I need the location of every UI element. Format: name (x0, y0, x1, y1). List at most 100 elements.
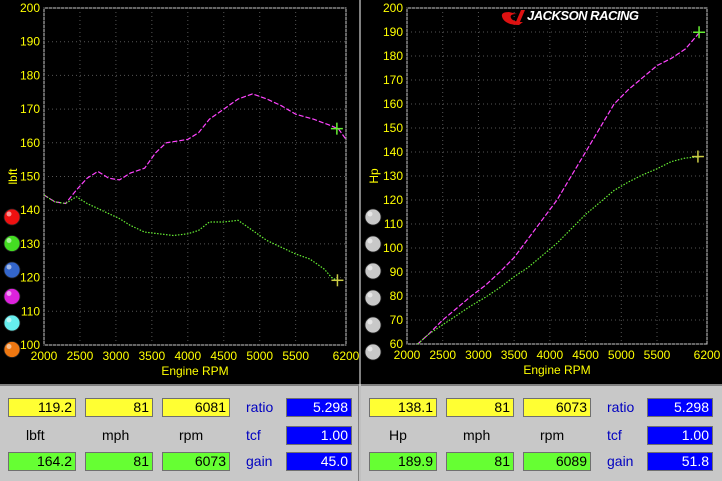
y-tick-label: 100 (383, 241, 403, 255)
swatch-highlight (367, 346, 373, 352)
x-tick-label: 3000 (103, 349, 130, 363)
y-tick-label: 120 (383, 193, 403, 207)
gain-value: 45.0 (286, 452, 352, 471)
series-toggle-ball-gray[interactable] (364, 343, 382, 361)
torque-chart: 2000 2500 3000 3500 4000 4500 5000 5500 62001001… (3, 1, 360, 378)
x-tick-label: 3500 (501, 348, 528, 362)
y-axis-label: lbft (6, 168, 20, 185)
torque-chart-panel: 2000 2500 3000 3500 4000 4500 5000 5500 6200 100 1… (0, 0, 360, 384)
mph-value-2: 81 (446, 452, 514, 471)
horsepower-readout-panel: 138.1 81 6073 ratio 5.298 Hp mph rpm tcf… (361, 384, 722, 481)
horsepower-chart: 2000 2500 3000 3500 4000 4500 5000 5500 62006070… (364, 1, 721, 377)
swatch-highlight (367, 238, 373, 244)
torque-value-1: 119.2 (8, 398, 76, 417)
y-tick-label: 180 (20, 68, 40, 82)
series-color-swatch[interactable] (3, 261, 21, 279)
mph-value-1: 81 (446, 398, 514, 417)
y-tick-label: 170 (383, 73, 403, 87)
y-tick-label: 140 (20, 203, 40, 217)
hp-unit-label: Hp (389, 427, 407, 443)
hp-value-2: 189.9 (369, 452, 437, 471)
series-toggle-ball-gray[interactable] (364, 262, 382, 280)
tcf-label: tcf (246, 427, 261, 443)
series-toggle-ball-gray[interactable] (364, 235, 382, 253)
y-tick-label: 90 (390, 265, 404, 279)
ratio-label: ratio (607, 399, 635, 415)
series-color-swatch[interactable] (3, 314, 21, 332)
series-color-swatch[interactable] (3, 208, 21, 226)
series-line-green (417, 156, 700, 345)
x-tick-label: 2500 (429, 348, 456, 362)
y-tick-label: 60 (390, 337, 404, 351)
y-tick-label: 140 (383, 145, 403, 159)
tcf-value: 1.00 (647, 426, 713, 445)
x-axis-label: Engine RPM (161, 364, 228, 378)
y-tick-label: 170 (20, 102, 40, 116)
swatch-highlight (367, 292, 373, 298)
logo-text: JACKSON RACING (527, 8, 639, 23)
series-toggle-ball-gray[interactable] (364, 289, 382, 307)
swatch-highlight (367, 265, 373, 271)
gain-value: 51.8 (647, 452, 713, 471)
y-tick-label: 200 (20, 1, 40, 15)
rpm-unit-label: rpm (179, 427, 204, 443)
series-color-swatch[interactable] (3, 288, 21, 305)
y-tick-label: 180 (383, 49, 403, 63)
y-tick-label: 130 (20, 237, 40, 251)
mph-value-1: 81 (85, 398, 153, 417)
y-axis-label: Hp (367, 168, 381, 184)
tcf-value: 1.00 (286, 426, 352, 445)
series-color-swatch[interactable] (3, 235, 21, 252)
gain-label: gain (246, 453, 273, 469)
x-tick-label: 3000 (465, 348, 492, 362)
mph-unit-label: mph (102, 427, 130, 443)
y-tick-label: 110 (21, 304, 40, 318)
jackson-racing-logo: JACKSON RACING (501, 8, 639, 25)
torque-unit-label: lbft (26, 427, 45, 443)
swatch-highlight (6, 211, 12, 217)
x-tick-label: 5500 (282, 349, 309, 363)
y-tick-label: 150 (20, 170, 40, 184)
tcf-label: tcf (607, 427, 622, 443)
series-toggle-ball-gray[interactable] (364, 208, 382, 226)
y-tick-label: 130 (383, 169, 403, 183)
y-tick-label: 160 (20, 136, 40, 150)
rpm-value-1: 6073 (523, 398, 591, 417)
torque-readout-panel: 119.2 81 6081 ratio 5.298 lbft mph rpm t… (0, 384, 359, 481)
series-color-swatch[interactable] (3, 341, 21, 358)
y-tick-label: 150 (383, 121, 403, 135)
y-tick-label: 160 (383, 97, 403, 111)
swatch-highlight (6, 264, 12, 270)
x-tick-label: 6200 (694, 348, 721, 362)
y-tick-label: 110 (384, 217, 403, 231)
rpm-value-1: 6081 (162, 398, 230, 417)
rpm-value-2: 6073 (162, 452, 230, 471)
x-axis-label: Engine RPM (523, 363, 590, 377)
x-tick-label: 3500 (139, 349, 166, 363)
series-line-green (43, 194, 340, 282)
x-tick-label: 4500 (572, 348, 599, 362)
horsepower-chart-panel: 2000 2500 3000 3500 4000 4500 5000 5500 6200 60 70… (361, 0, 722, 384)
series-line-pink (43, 93, 347, 205)
ratio-label: ratio (246, 399, 274, 415)
series-line-pink (417, 31, 701, 345)
mph-unit-label: mph (463, 427, 491, 443)
ratio-value: 5.298 (286, 398, 352, 417)
x-tick-label: 4000 (537, 348, 564, 362)
swatch-highlight (6, 344, 12, 349)
y-tick-label: 80 (390, 289, 404, 303)
y-tick-label: 190 (20, 35, 40, 49)
swatch-highlight (6, 238, 12, 243)
x-tick-label: 4500 (210, 349, 237, 363)
series-toggle-ball-gray[interactable] (364, 316, 382, 334)
x-tick-label: 5000 (608, 348, 635, 362)
swatch-highlight (6, 317, 12, 323)
y-tick-label: 200 (383, 1, 403, 15)
x-tick-label: 5500 (644, 348, 671, 362)
x-tick-label: 5000 (246, 349, 273, 363)
y-tick-label: 120 (20, 271, 40, 285)
swatch-highlight (6, 291, 12, 296)
swatch-highlight (367, 319, 373, 325)
rpm-unit-label: rpm (540, 427, 565, 443)
mph-value-2: 81 (85, 452, 153, 471)
